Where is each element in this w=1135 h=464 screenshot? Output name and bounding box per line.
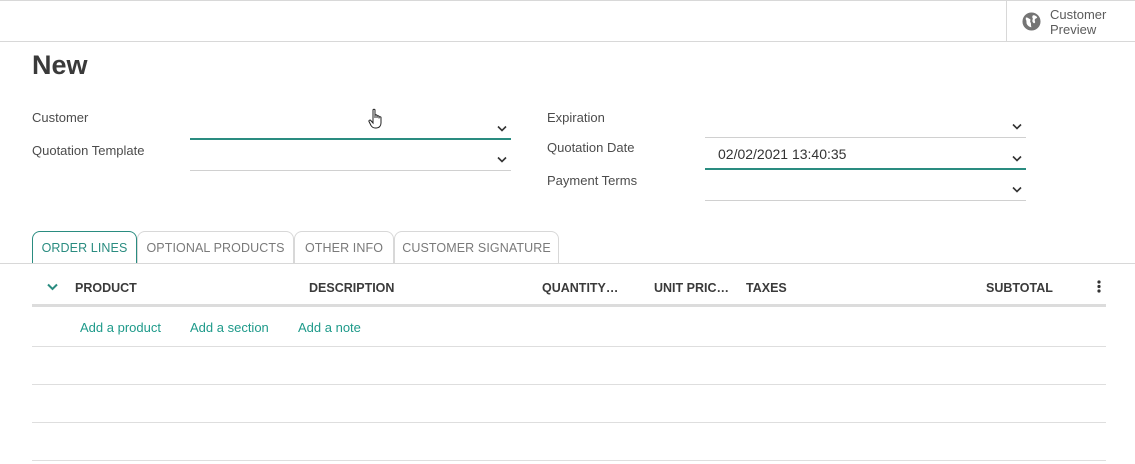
customer-preview-label: Customer Preview	[1050, 6, 1107, 37]
tab-optional-products[interactable]: OPTIONAL PRODUCTS	[137, 231, 294, 264]
tab-customer-signature[interactable]: CUSTOMER SIGNATURE	[394, 231, 559, 264]
order-lines-header: PRODUCT DESCRIPTION QUANTITY… UNIT PRIC……	[32, 273, 1106, 307]
add-product-link[interactable]: Add a product	[80, 320, 161, 335]
payment-terms-field[interactable]	[705, 179, 1026, 201]
tab-order-lines[interactable]: ORDER LINES	[32, 231, 137, 264]
column-taxes[interactable]: TAXES	[746, 281, 787, 295]
column-quantity[interactable]: QUANTITY…	[542, 281, 618, 295]
quotation-template-label: Quotation Template	[32, 143, 145, 158]
control-panel: Customer Preview	[0, 0, 1135, 42]
table-row	[32, 423, 1106, 461]
column-subtotal[interactable]: SUBTOTAL	[986, 281, 1053, 295]
quotation-date-value: 02/02/2021 13:40:35	[718, 146, 847, 162]
globe-icon	[1022, 12, 1041, 31]
customer-label: Customer	[32, 110, 89, 125]
table-row	[32, 385, 1106, 423]
payment-terms-label: Payment Terms	[547, 173, 638, 188]
customer-preview-button[interactable]: Customer Preview	[1006, 1, 1135, 42]
quotation-template-field[interactable]	[190, 149, 511, 171]
add-section-link[interactable]: Add a section	[190, 320, 269, 335]
expiration-label: Expiration	[547, 110, 605, 125]
chevron-down-icon[interactable]	[1012, 186, 1022, 193]
quotation-date-field[interactable]: 02/02/2021 13:40:35	[705, 146, 1026, 170]
tabs-divider	[0, 263, 1135, 264]
chevron-down-icon[interactable]	[497, 125, 507, 132]
add-note-link[interactable]: Add a note	[298, 320, 361, 335]
column-product[interactable]: PRODUCT	[75, 281, 137, 295]
expiration-field[interactable]	[705, 116, 1026, 138]
column-unit-price[interactable]: UNIT PRIC…	[654, 281, 729, 295]
chevron-down-icon[interactable]	[497, 156, 507, 163]
table-row	[32, 347, 1106, 385]
column-description[interactable]: DESCRIPTION	[309, 281, 394, 295]
tab-other-info[interactable]: OTHER INFO	[294, 231, 394, 264]
optional-columns-menu-icon[interactable]	[1097, 280, 1101, 293]
chevron-down-icon[interactable]	[1012, 123, 1022, 130]
hand-cursor-icon	[368, 108, 382, 129]
quotation-date-label: Quotation Date	[547, 140, 635, 155]
customer-field[interactable]	[190, 118, 511, 140]
page-title: New	[32, 50, 88, 80]
chevron-down-icon[interactable]	[47, 283, 58, 291]
chevron-down-icon[interactable]	[1012, 155, 1022, 162]
add-line-row: Add a product Add a section Add a note	[32, 308, 1106, 347]
